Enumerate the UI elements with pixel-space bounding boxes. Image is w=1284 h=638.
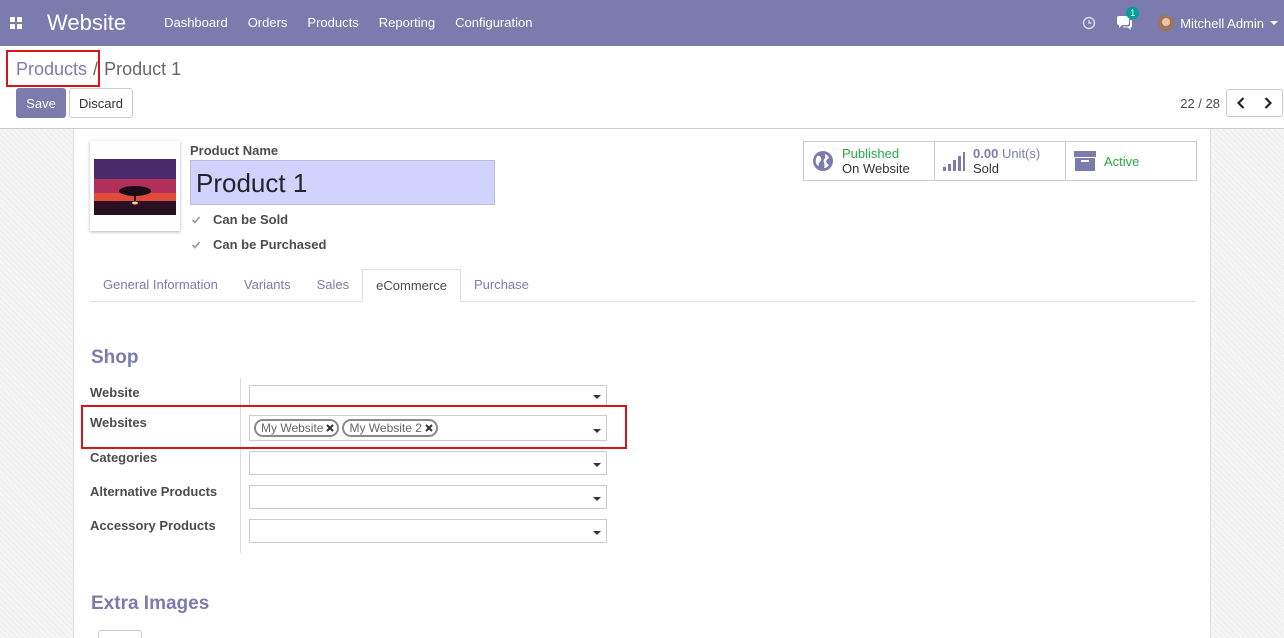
categories-label: Categories (90, 450, 158, 465)
main-menu: Dashboard Orders Products Reporting Conf… (154, 0, 542, 46)
tab-general-information[interactable]: General Information (90, 269, 231, 301)
dropdown-caret-icon (593, 531, 601, 535)
tab-variants[interactable]: Variants (231, 269, 304, 301)
on-website-label: On Website (842, 161, 910, 176)
product-photo-tree-sunset (94, 145, 176, 227)
top-navbar: Website Dashboard Orders Products Report… (0, 0, 1284, 46)
tab-sales[interactable]: Sales (304, 269, 363, 301)
categories-select[interactable] (249, 451, 607, 475)
form-view-background: Product Name Product 1 Can be Sold Can b… (0, 129, 1284, 638)
menu-orders[interactable]: Orders (238, 0, 298, 46)
dropdown-caret-icon (593, 463, 601, 467)
chevron-left-icon (1236, 97, 1244, 109)
can-be-purchased-checkbox[interactable] (190, 239, 202, 251)
check-icon (191, 240, 201, 249)
pager-value[interactable]: 22 / 28 (1180, 96, 1220, 111)
alternative-products-select[interactable] (249, 485, 607, 509)
check-icon (191, 215, 201, 224)
pager-previous-button[interactable] (1226, 89, 1255, 117)
control-panel: Products / Product 1 Save Discard 22 / 2… (0, 46, 1284, 129)
messages-menu[interactable]: 1 (1116, 7, 1140, 30)
pager-next-button[interactable] (1254, 89, 1283, 117)
active-smart-button[interactable]: Active (1066, 142, 1196, 180)
active-status: Active (1104, 153, 1140, 169)
globe-icon (813, 151, 833, 171)
website-select[interactable] (249, 385, 607, 407)
sold-smart-button[interactable]: 0.00 Unit(s) Sold (935, 142, 1066, 180)
form-sheet: Product Name Product 1 Can be Sold Can b… (73, 129, 1211, 638)
breadcrumb-current: Product 1 (104, 59, 182, 79)
highlight-box-breadcrumb (6, 50, 100, 87)
sold-quantity: 0.00 Unit(s) (973, 146, 1040, 161)
menu-dashboard[interactable]: Dashboard (154, 0, 238, 46)
accessory-products-label: Accessory Products (90, 518, 216, 533)
sold-value: 0.00 (973, 146, 999, 161)
extra-images-section-title: Extra Images (91, 593, 210, 614)
accessory-products-select[interactable] (249, 519, 607, 543)
dropdown-caret-icon (593, 395, 601, 399)
alternative-products-label: Alternative Products (90, 484, 218, 499)
chevron-right-icon (1264, 97, 1272, 109)
sold-label: Sold (973, 161, 1000, 176)
user-menu[interactable]: Mitchell Admin (1180, 16, 1264, 31)
tab-ecommerce[interactable]: eCommerce (362, 269, 461, 302)
clock-icon[interactable] (1082, 16, 1096, 30)
product-image[interactable] (90, 141, 180, 231)
save-button[interactable]: Save (16, 88, 66, 118)
highlight-box-websites (81, 405, 627, 449)
menu-configuration[interactable]: Configuration (445, 0, 542, 46)
can-be-sold-checkbox[interactable] (190, 214, 202, 226)
can-be-purchased-row: Can be Purchased (190, 237, 326, 252)
smart-button-box: Published On Website 0.00 Unit(s) Sold A… (803, 141, 1197, 181)
menu-reporting[interactable]: Reporting (369, 0, 445, 46)
can-be-sold-label: Can be Sold (213, 212, 289, 227)
user-menu-caret-icon[interactable] (1270, 21, 1278, 25)
product-name-input[interactable]: Product 1 (190, 160, 495, 205)
archive-icon (1074, 151, 1096, 171)
message-count-badge: 1 (1126, 7, 1140, 19)
dropdown-caret-icon (593, 497, 601, 501)
app-brand[interactable]: Website (47, 10, 126, 36)
extra-image-add-button[interactable] (98, 630, 142, 638)
apps-menu-icon[interactable] (0, 0, 32, 46)
sold-unit: Unit(s) (1001, 146, 1041, 161)
website-label: Website (90, 385, 140, 400)
navbar-systray: 1 Mitchell Admin (1082, 0, 1284, 46)
discard-button[interactable]: Discard (69, 88, 133, 118)
notebook-tabs: General Information Variants Sales eComm… (90, 269, 1196, 302)
can-be-sold-row: Can be Sold (190, 212, 288, 227)
tab-purchase[interactable]: Purchase (461, 269, 542, 301)
shop-section-title: Shop (91, 347, 139, 368)
published-status: Published (842, 146, 900, 161)
product-name-label: Product Name (190, 143, 279, 158)
can-be-purchased-label: Can be Purchased (213, 237, 327, 252)
user-avatar[interactable] (1158, 15, 1175, 31)
published-smart-button[interactable]: Published On Website (804, 142, 935, 180)
menu-products[interactable]: Products (297, 0, 368, 46)
signal-bars-icon (943, 152, 965, 171)
